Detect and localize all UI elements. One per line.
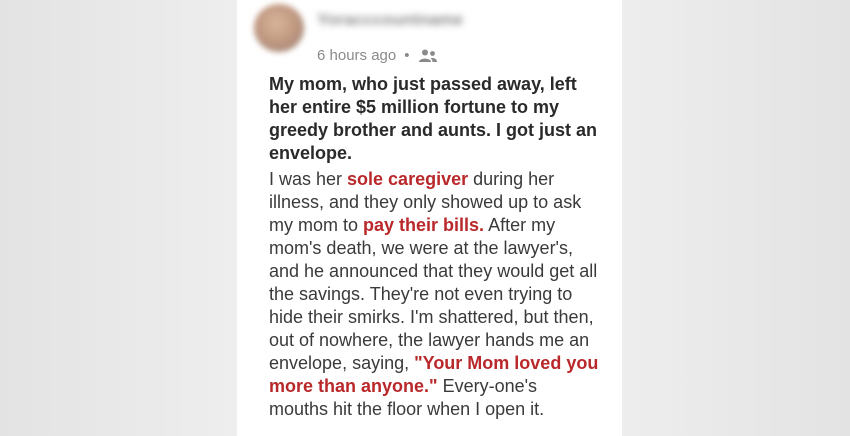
- post-body: I was her sole caregiver during her illn…: [269, 168, 599, 421]
- post-header: Yoracccountname 6 hours ago •: [237, 0, 622, 70]
- meta-separator: •: [404, 47, 410, 64]
- highlight-sole-caregiver: sole caregiver: [347, 169, 469, 189]
- account-name[interactable]: Yoracccountname: [317, 10, 463, 30]
- body-text-part-1: I was her: [269, 169, 348, 189]
- post-card: Yoracccountname 6 hours ago • My mom, wh…: [237, 0, 622, 436]
- avatar[interactable]: [254, 4, 304, 52]
- highlight-pay-their-bills: pay their bills.: [363, 215, 485, 235]
- post-headline: My mom, who just passed away, left her e…: [269, 74, 598, 163]
- people-icon[interactable]: [418, 48, 438, 64]
- post-timestamp[interactable]: 6 hours ago: [317, 47, 396, 64]
- post-content: My mom, who just passed away, left her e…: [269, 73, 599, 421]
- post-meta: 6 hours ago •: [317, 47, 438, 64]
- body-text-part-3: After my mom's death, we were at the law…: [269, 215, 598, 373]
